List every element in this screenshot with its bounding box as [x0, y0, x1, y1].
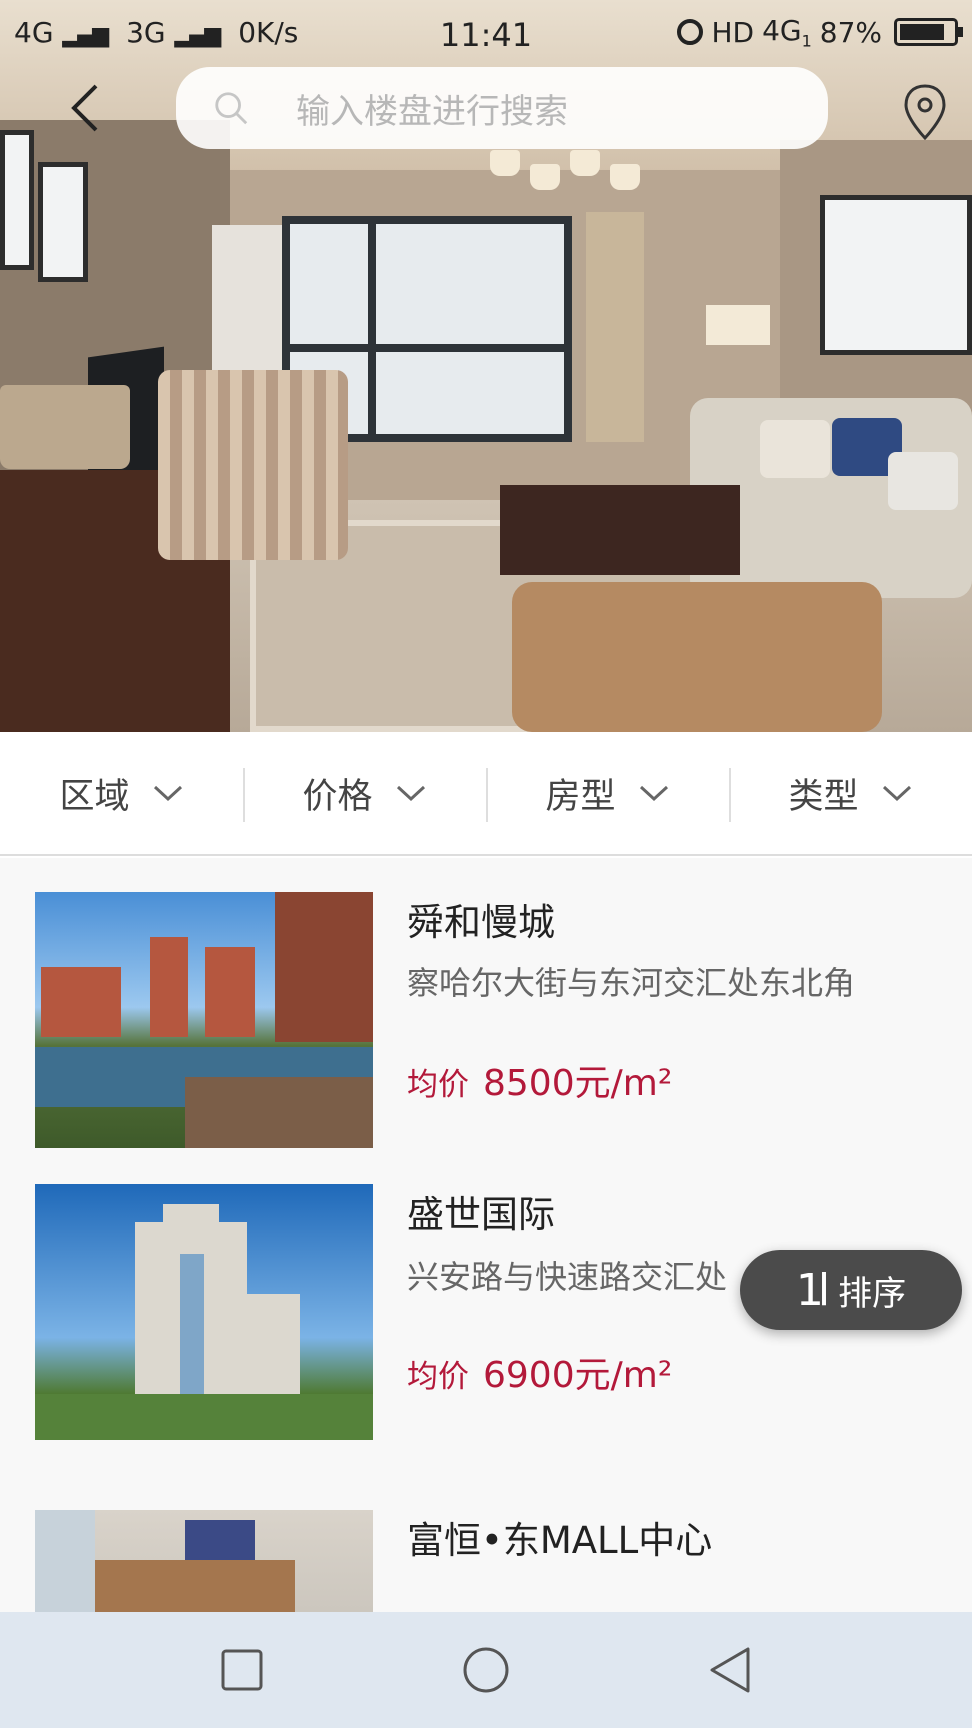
back-button[interactable]	[62, 78, 110, 138]
status-right: HD 4G1 87%	[677, 14, 963, 51]
battery-fill	[900, 24, 945, 41]
wall-frame	[820, 195, 972, 355]
network-sub-label: 1	[801, 31, 812, 51]
armchair	[158, 370, 348, 560]
property-address: 兴安路与快速路交汇处	[407, 1258, 728, 1296]
cushion	[888, 452, 958, 510]
filter-label: 区域	[59, 776, 130, 817]
chevron-down-icon	[882, 785, 911, 802]
price-value: 8500元/m²	[483, 1063, 673, 1104]
property-name: 盛世国际	[407, 1193, 555, 1236]
battery-icon	[894, 18, 963, 47]
wall-frame	[0, 130, 34, 270]
location-button[interactable]	[900, 82, 950, 142]
status-bar: 4G ▂▄▆ 3G ▂▄▆ 0K/s 11:41 HD 4G1 87%	[0, 0, 972, 62]
back-arrow-icon	[71, 84, 98, 132]
price-value: 6900元/m²	[483, 1355, 673, 1396]
network-type-label: 4G	[762, 14, 802, 47]
floor-lamp	[706, 305, 770, 345]
property-price: 均价 8500元/m²	[407, 1054, 672, 1106]
table-lamp	[0, 385, 130, 469]
triangle-back-icon	[710, 1647, 750, 1693]
property-name: 舜和慢城	[407, 901, 555, 944]
coffee-table	[500, 485, 740, 575]
filter-label: 房型	[545, 776, 616, 817]
list-item[interactable]: 富恒•东MALL中心	[0, 1510, 972, 1612]
sort-button[interactable]: 1l 排序	[740, 1250, 962, 1330]
property-thumbnail	[35, 892, 373, 1148]
search-placeholder: 输入楼盘进行搜索	[296, 91, 568, 132]
ottoman	[512, 582, 882, 732]
filter-region[interactable]: 区域	[0, 732, 243, 854]
price-label: 均价	[407, 1067, 469, 1103]
chevron-down-icon	[396, 785, 425, 802]
recent-apps-button[interactable]	[212, 1640, 272, 1700]
price-label: 均价	[407, 1359, 469, 1395]
filter-price[interactable]: 价格	[243, 732, 486, 854]
filter-label: 价格	[302, 776, 373, 817]
property-name: 富恒•东MALL中心	[407, 1519, 713, 1562]
home-button[interactable]	[456, 1640, 516, 1700]
network-type: 4G1	[762, 14, 812, 51]
search-input[interactable]: 输入楼盘进行搜索	[176, 67, 828, 149]
filter-bar: 区域 价格 房型 类型	[0, 732, 972, 856]
property-thumbnail	[35, 1510, 373, 1612]
alarm-icon	[677, 19, 704, 46]
wall-frame	[38, 162, 88, 282]
hero-banner-image: 4G ▂▄▆ 3G ▂▄▆ 0K/s 11:41 HD 4G1 87% 输入楼盘…	[0, 0, 972, 732]
filter-type[interactable]: 类型	[729, 732, 972, 854]
property-price: 均价 6900元/m²	[407, 1346, 672, 1398]
list-item[interactable]: 舜和慢城 察哈尔大街与东河交汇处东北角 均价 8500元/m²	[0, 858, 972, 1158]
sort-icon: 1l	[795, 1264, 830, 1316]
system-nav-bar	[0, 1612, 972, 1728]
cushion	[760, 420, 830, 478]
air-conditioner	[212, 225, 282, 375]
battery-percent: 87%	[819, 15, 882, 49]
search-icon	[215, 92, 248, 125]
property-list: 舜和慢城 察哈尔大街与东河交汇处东北角 均价 8500元/m² 盛世国际 兴安路与…	[0, 858, 972, 1612]
square-recent-icon	[221, 1649, 263, 1691]
list-item[interactable]: 盛世国际 兴安路与快速路交汇处 均价 6900元/m²	[0, 1184, 972, 1484]
curtain	[586, 212, 644, 442]
circle-home-icon	[463, 1647, 509, 1693]
property-address: 察哈尔大街与东河交汇处东北角	[407, 964, 856, 1002]
sort-label: 排序	[838, 1273, 907, 1314]
chevron-down-icon	[153, 785, 182, 802]
filter-layout[interactable]: 房型	[486, 732, 729, 854]
filter-label: 类型	[788, 776, 859, 817]
chevron-down-icon	[639, 785, 668, 802]
property-thumbnail	[35, 1184, 373, 1440]
nav-back-button[interactable]	[700, 1640, 760, 1700]
location-pin-icon	[904, 84, 946, 141]
hd-label: HD	[711, 15, 755, 49]
